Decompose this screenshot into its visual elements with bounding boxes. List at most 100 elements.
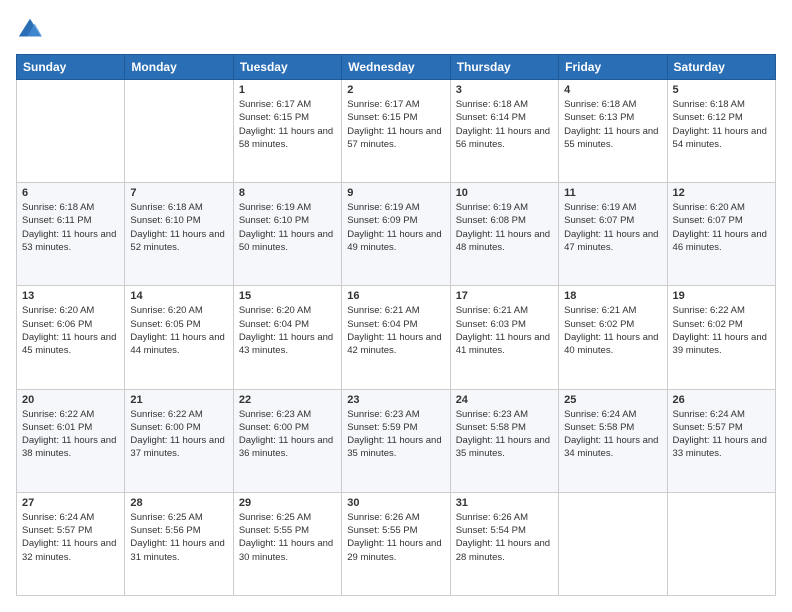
day-number: 3 (456, 84, 553, 96)
day-info: Sunrise: 6:26 AMSunset: 5:55 PMDaylight:… (347, 511, 444, 564)
day-info: Sunrise: 6:23 AMSunset: 5:59 PMDaylight:… (347, 408, 444, 461)
day-number: 18 (564, 290, 661, 302)
day-info: Sunrise: 6:22 AMSunset: 6:02 PMDaylight:… (673, 304, 770, 357)
day-number: 27 (22, 497, 119, 509)
calendar-cell: 17 Sunrise: 6:21 AMSunset: 6:03 PMDayligh… (450, 286, 558, 389)
day-number: 23 (347, 394, 444, 406)
day-number: 25 (564, 394, 661, 406)
day-number: 16 (347, 290, 444, 302)
calendar-cell (125, 80, 233, 183)
calendar-cell: 28 Sunrise: 6:25 AMSunset: 5:56 PMDayligh… (125, 492, 233, 595)
calendar-cell: 25 Sunrise: 6:24 AMSunset: 5:58 PMDayligh… (559, 389, 667, 492)
calendar-cell: 1Sunrise: 6:17 AMSunset: 6:15 PMDaylight… (233, 80, 341, 183)
day-info: Sunrise: 6:20 AMSunset: 6:07 PMDaylight:… (673, 201, 770, 254)
calendar-cell: 13Sunrise: 6:20 AMSunset: 6:06 PMDayligh… (17, 286, 125, 389)
day-number: 21 (130, 394, 227, 406)
col-header-tuesday: Tuesday (233, 55, 341, 80)
day-info: Sunrise: 6:19 AMSunset: 6:09 PMDaylight:… (347, 201, 444, 254)
day-info: Sunrise: 6:21 AMSunset: 6:03 PMDaylight:… (456, 304, 553, 357)
calendar-cell (559, 492, 667, 595)
day-info: Sunrise: 6:26 AMSunset: 5:54 PMDaylight:… (456, 511, 553, 564)
day-info: Sunrise: 6:18 AMSunset: 6:10 PMDaylight:… (130, 201, 227, 254)
calendar: SundayMondayTuesdayWednesdayThursdayFrid… (16, 54, 776, 596)
day-number: 24 (456, 394, 553, 406)
week-row-2: 6 Sunrise: 6:18 AMSunset: 6:11 PMDaylight… (17, 183, 776, 286)
week-row-1: 1Sunrise: 6:17 AMSunset: 6:15 PMDaylight… (17, 80, 776, 183)
day-number: 9 (347, 187, 444, 199)
day-info: Sunrise: 6:23 AMSunset: 6:00 PMDaylight:… (239, 408, 336, 461)
day-number: 20 (22, 394, 119, 406)
day-info: Sunrise: 6:18 AMSunset: 6:12 PMDaylight:… (673, 98, 770, 151)
day-info: Sunrise: 6:24 AMSunset: 5:57 PMDaylight:… (22, 511, 119, 564)
day-number: 26 (673, 394, 770, 406)
calendar-cell: 23 Sunrise: 6:23 AMSunset: 5:59 PMDayligh… (342, 389, 450, 492)
header (16, 16, 776, 44)
day-info: Sunrise: 6:23 AMSunset: 5:58 PMDaylight:… (456, 408, 553, 461)
col-header-saturday: Saturday (667, 55, 775, 80)
col-header-friday: Friday (559, 55, 667, 80)
day-number: 19 (673, 290, 770, 302)
day-number: 10 (456, 187, 553, 199)
calendar-cell: 4 Sunrise: 6:18 AMSunset: 6:13 PMDaylight… (559, 80, 667, 183)
day-number: 7 (130, 187, 227, 199)
day-info: Sunrise: 6:17 AMSunset: 6:15 PMDaylight:… (239, 98, 336, 151)
day-info: Sunrise: 6:18 AMSunset: 6:13 PMDaylight:… (564, 98, 661, 151)
day-info: Sunrise: 6:19 AMSunset: 6:07 PMDaylight:… (564, 201, 661, 254)
day-number: 17 (456, 290, 553, 302)
day-info: Sunrise: 6:25 AMSunset: 5:56 PMDaylight:… (130, 511, 227, 564)
day-number: 5 (673, 84, 770, 96)
col-header-thursday: Thursday (450, 55, 558, 80)
day-info: Sunrise: 6:22 AMSunset: 6:01 PMDaylight:… (22, 408, 119, 461)
calendar-cell (17, 80, 125, 183)
week-row-5: 27 Sunrise: 6:24 AMSunset: 5:57 PMDayligh… (17, 492, 776, 595)
day-number: 6 (22, 187, 119, 199)
week-row-3: 13Sunrise: 6:20 AMSunset: 6:06 PMDayligh… (17, 286, 776, 389)
logo-icon (16, 16, 44, 44)
col-header-wednesday: Wednesday (342, 55, 450, 80)
day-number: 15 (239, 290, 336, 302)
day-info: Sunrise: 6:18 AMSunset: 6:11 PMDaylight:… (22, 201, 119, 254)
logo (16, 16, 48, 44)
week-row-4: 20 Sunrise: 6:22 AMSunset: 6:01 PMDayligh… (17, 389, 776, 492)
calendar-cell: 10 Sunrise: 6:19 AMSunset: 6:08 PMDayligh… (450, 183, 558, 286)
day-number: 30 (347, 497, 444, 509)
day-number: 28 (130, 497, 227, 509)
day-info: Sunrise: 6:22 AMSunset: 6:00 PMDaylight:… (130, 408, 227, 461)
calendar-cell: 20 Sunrise: 6:22 AMSunset: 6:01 PMDayligh… (17, 389, 125, 492)
day-number: 11 (564, 187, 661, 199)
page: SundayMondayTuesdayWednesdayThursdayFrid… (0, 0, 792, 612)
calendar-cell: 11 Sunrise: 6:19 AMSunset: 6:07 PMDayligh… (559, 183, 667, 286)
calendar-cell: 2Sunrise: 6:17 AMSunset: 6:15 PMDaylight… (342, 80, 450, 183)
calendar-cell: 30 Sunrise: 6:26 AMSunset: 5:55 PMDayligh… (342, 492, 450, 595)
calendar-cell: 22Sunrise: 6:23 AMSunset: 6:00 PMDayligh… (233, 389, 341, 492)
calendar-cell (667, 492, 775, 595)
col-header-sunday: Sunday (17, 55, 125, 80)
day-info: Sunrise: 6:20 AMSunset: 6:05 PMDaylight:… (130, 304, 227, 357)
calendar-cell: 24 Sunrise: 6:23 AMSunset: 5:58 PMDayligh… (450, 389, 558, 492)
calendar-cell: 21 Sunrise: 6:22 AMSunset: 6:00 PMDayligh… (125, 389, 233, 492)
calendar-cell: 26 Sunrise: 6:24 AMSunset: 5:57 PMDayligh… (667, 389, 775, 492)
day-info: Sunrise: 6:20 AMSunset: 6:06 PMDaylight:… (22, 304, 119, 357)
calendar-cell: 12 Sunrise: 6:20 AMSunset: 6:07 PMDayligh… (667, 183, 775, 286)
calendar-cell: 6 Sunrise: 6:18 AMSunset: 6:11 PMDaylight… (17, 183, 125, 286)
day-number: 4 (564, 84, 661, 96)
calendar-cell: 16 Sunrise: 6:21 AMSunset: 6:04 PMDayligh… (342, 286, 450, 389)
day-info: Sunrise: 6:24 AMSunset: 5:58 PMDaylight:… (564, 408, 661, 461)
calendar-cell: 29Sunrise: 6:25 AMSunset: 5:55 PMDayligh… (233, 492, 341, 595)
calendar-cell: 7 Sunrise: 6:18 AMSunset: 6:10 PMDaylight… (125, 183, 233, 286)
calendar-cell: 18Sunrise: 6:21 AMSunset: 6:02 PMDayligh… (559, 286, 667, 389)
calendar-cell: 3Sunrise: 6:18 AMSunset: 6:14 PMDaylight… (450, 80, 558, 183)
day-info: Sunrise: 6:24 AMSunset: 5:57 PMDaylight:… (673, 408, 770, 461)
day-info: Sunrise: 6:25 AMSunset: 5:55 PMDaylight:… (239, 511, 336, 564)
day-number: 8 (239, 187, 336, 199)
calendar-cell: 31Sunrise: 6:26 AMSunset: 5:54 PMDayligh… (450, 492, 558, 595)
day-number: 14 (130, 290, 227, 302)
col-header-monday: Monday (125, 55, 233, 80)
day-info: Sunrise: 6:19 AMSunset: 6:10 PMDaylight:… (239, 201, 336, 254)
day-number: 2 (347, 84, 444, 96)
day-info: Sunrise: 6:19 AMSunset: 6:08 PMDaylight:… (456, 201, 553, 254)
calendar-cell: 9 Sunrise: 6:19 AMSunset: 6:09 PMDaylight… (342, 183, 450, 286)
day-number: 12 (673, 187, 770, 199)
day-info: Sunrise: 6:21 AMSunset: 6:04 PMDaylight:… (347, 304, 444, 357)
calendar-cell: 5 Sunrise: 6:18 AMSunset: 6:12 PMDaylight… (667, 80, 775, 183)
